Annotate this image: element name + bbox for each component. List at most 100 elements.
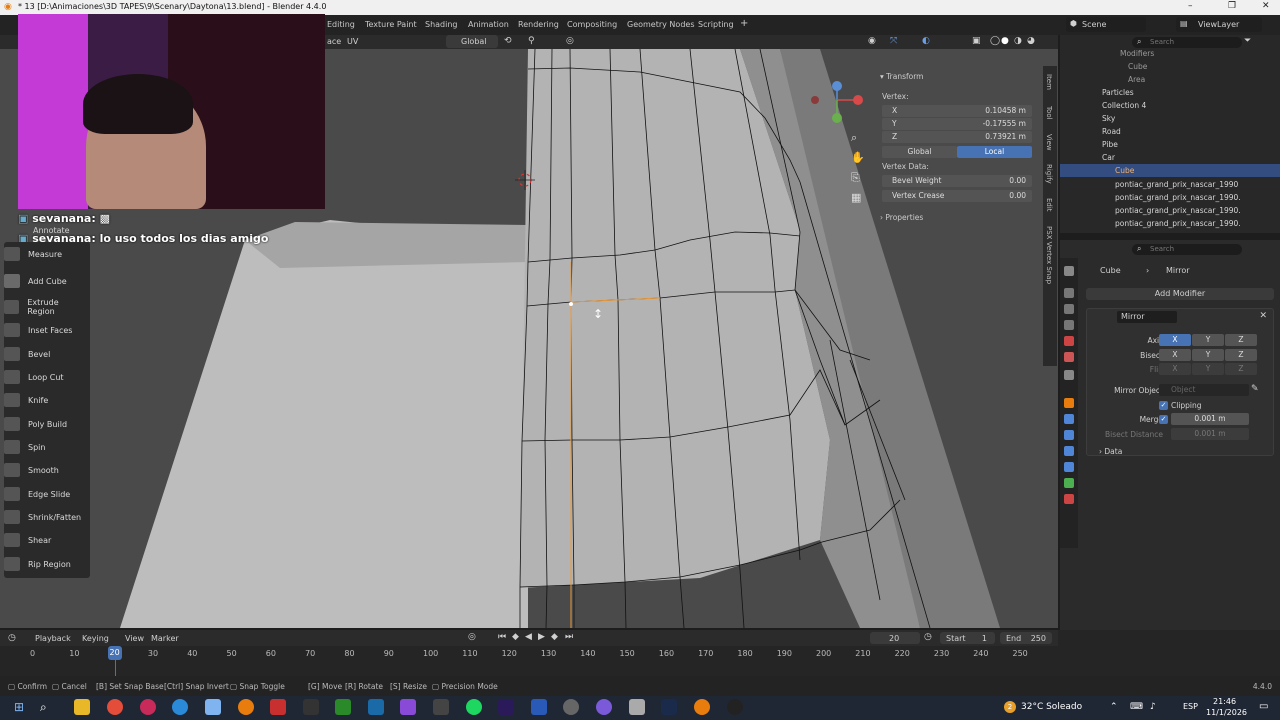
tool-add-cube[interactable]: Add Cube [4, 271, 86, 291]
blender-taskbar-icon[interactable] [238, 699, 254, 715]
view-layer-tab-icon[interactable] [1064, 320, 1074, 330]
constraints-tab-icon[interactable] [1064, 462, 1074, 472]
visibility-icon[interactable]: ◉ [868, 36, 876, 46]
tool-shrink-fatten[interactable]: Shrink/Fatten [4, 507, 86, 527]
app-icon-4[interactable] [400, 699, 416, 715]
word-icon[interactable] [531, 699, 547, 715]
pycharm-icon[interactable] [335, 699, 351, 715]
vertex-z-field[interactable]: Z 0.73921 m [882, 131, 1032, 143]
rendered-shading-icon[interactable]: ◕ [1027, 36, 1035, 46]
tool-knife[interactable]: Knife [4, 390, 86, 410]
orientation-dropdown[interactable]: Global [446, 35, 498, 48]
global-toggle[interactable]: Global [882, 146, 957, 158]
tool-spin[interactable]: Spin [4, 437, 86, 457]
flip-x-toggle[interactable]: X [1159, 363, 1191, 375]
zoom-icon[interactable]: ⌕ [851, 131, 857, 144]
bisect-x-toggle[interactable]: X [1159, 349, 1191, 361]
obs-icon[interactable] [727, 699, 743, 715]
tab-psx-vertex-snap[interactable]: PSX Vertex Snap [1045, 226, 1053, 284]
modifier-tab-icon[interactable] [1064, 414, 1074, 424]
tool-bevel[interactable]: Bevel [4, 344, 86, 364]
start-frame-field[interactable]: Start 1 [940, 632, 995, 644]
clock-time[interactable]: 21:46 [1213, 697, 1236, 706]
menu-marker[interactable]: Marker [151, 634, 179, 643]
close-button[interactable]: ✕ [1262, 1, 1270, 11]
menu-keying[interactable]: Keying [82, 634, 109, 643]
opera-icon[interactable] [140, 699, 156, 715]
outliner-item-cube[interactable]: Cube [1115, 164, 1134, 177]
app-icon-1[interactable] [205, 699, 221, 715]
tab-rendering[interactable]: Rendering [518, 20, 559, 29]
gizmo-icon[interactable]: ⤧ [890, 36, 897, 46]
axis-x-toggle[interactable]: X [1159, 334, 1191, 346]
ortho-grid-icon[interactable]: ▦ [851, 191, 861, 204]
outliner-item-collection-4[interactable]: Collection 4 [1102, 99, 1146, 112]
uv-menu[interactable]: UV [347, 37, 358, 46]
jump-end-icon[interactable]: ⏭ [565, 632, 573, 642]
data-subpanel[interactable]: › Data [1099, 447, 1122, 456]
outliner-item-pibe[interactable]: Pibe [1102, 138, 1118, 151]
notifications-icon[interactable]: ▭ [1259, 701, 1268, 712]
clock-date[interactable]: 11/1/2026 [1206, 708, 1247, 717]
proportional-icon[interactable]: ◎ [566, 36, 574, 46]
collection-tab-icon[interactable] [1064, 370, 1074, 380]
material-tab-icon[interactable] [1064, 494, 1074, 504]
bisect-y-toggle[interactable]: Y [1192, 349, 1224, 361]
viewlayer-selector[interactable]: ▤ ViewLayer [1176, 17, 1262, 32]
properties-section-header[interactable]: › Properties [880, 213, 923, 225]
physics-tab-icon[interactable] [1064, 446, 1074, 456]
object-tab-icon[interactable] [1064, 398, 1074, 408]
tab-shading[interactable]: Shading [425, 20, 458, 29]
world-tab-icon[interactable] [1064, 352, 1074, 362]
app-icon-7[interactable] [629, 699, 645, 715]
end-frame-field[interactable]: End 250 [1000, 632, 1052, 644]
windows-start-icon[interactable]: ⊞ [14, 700, 24, 714]
overlay-icon[interactable]: ◐ [922, 36, 930, 46]
tool-tab-icon[interactable] [1064, 266, 1074, 276]
app-icon-2[interactable] [270, 699, 286, 715]
outliner-item-pontiac-3[interactable]: pontiac_grand_prix_nascar_1990. [1115, 204, 1241, 217]
merge-checkbox[interactable]: ✓ [1159, 415, 1168, 424]
flip-y-toggle[interactable]: Y [1192, 363, 1224, 375]
tool-edge-slide[interactable]: Edge Slide [4, 484, 86, 504]
current-frame-field[interactable]: 20 [870, 632, 920, 644]
tab-rigify[interactable]: Rigify [1045, 164, 1053, 184]
tool-loop-cut[interactable]: Loop Cut [4, 367, 86, 387]
axis-z-toggle[interactable]: Z [1225, 334, 1257, 346]
eyedropper-icon[interactable]: ✎ [1251, 384, 1259, 394]
properties-search[interactable]: ⌕ Search [1132, 244, 1242, 255]
outliner-item-sky[interactable]: Sky [1102, 112, 1115, 125]
volume-icon[interactable]: ♪ [1150, 702, 1156, 712]
filter-icon[interactable]: ⏷ [1244, 36, 1251, 46]
tab-view[interactable]: View [1045, 134, 1053, 151]
particles-tab-icon[interactable] [1064, 430, 1074, 440]
pivot-icon[interactable]: ⟲ [504, 36, 512, 46]
render-tab-icon[interactable] [1064, 288, 1074, 298]
editor-type-icon[interactable]: ◷ [8, 633, 16, 643]
minimize-button[interactable]: – [1188, 1, 1193, 11]
output-tab-icon[interactable] [1064, 304, 1074, 314]
spotify-icon[interactable] [466, 699, 482, 715]
tray-chevron-icon[interactable]: ⌃ [1110, 702, 1118, 712]
jump-start-icon[interactable]: ⏮ [498, 632, 506, 642]
material-shading-icon[interactable]: ◑ [1014, 36, 1022, 46]
tool-extrude-region[interactable]: Extrude Region [4, 297, 86, 317]
pan-hand-icon[interactable]: ✋ [851, 151, 865, 164]
menu-view[interactable]: View [125, 634, 144, 643]
outliner-item-pontiac-4[interactable]: pontiac_grand_prix_nascar_1990. [1115, 217, 1241, 230]
modifier-name-field[interactable]: Mirror [1117, 311, 1177, 323]
bisect-z-toggle[interactable]: Z [1225, 349, 1257, 361]
tab-compositing[interactable]: Compositing [567, 20, 617, 29]
add-modifier-button[interactable]: Add Modifier [1086, 288, 1274, 300]
tab-tool[interactable]: Tool [1045, 106, 1053, 120]
app-icon-6[interactable] [596, 699, 612, 715]
maximize-button[interactable]: ❐ [1228, 1, 1236, 11]
outliner-item-particles[interactable]: Particles [1102, 86, 1134, 99]
data-tab-icon[interactable] [1064, 478, 1074, 488]
playhead[interactable]: 20 [107, 646, 122, 660]
clipping-checkbox[interactable]: ✓ [1159, 401, 1168, 410]
record-icon[interactable]: ◎ [468, 632, 476, 642]
wireframe-shading-icon[interactable]: ◯ [990, 36, 1000, 46]
search-icon[interactable]: ⌕ [40, 700, 47, 715]
local-toggle[interactable]: Local [957, 146, 1032, 158]
